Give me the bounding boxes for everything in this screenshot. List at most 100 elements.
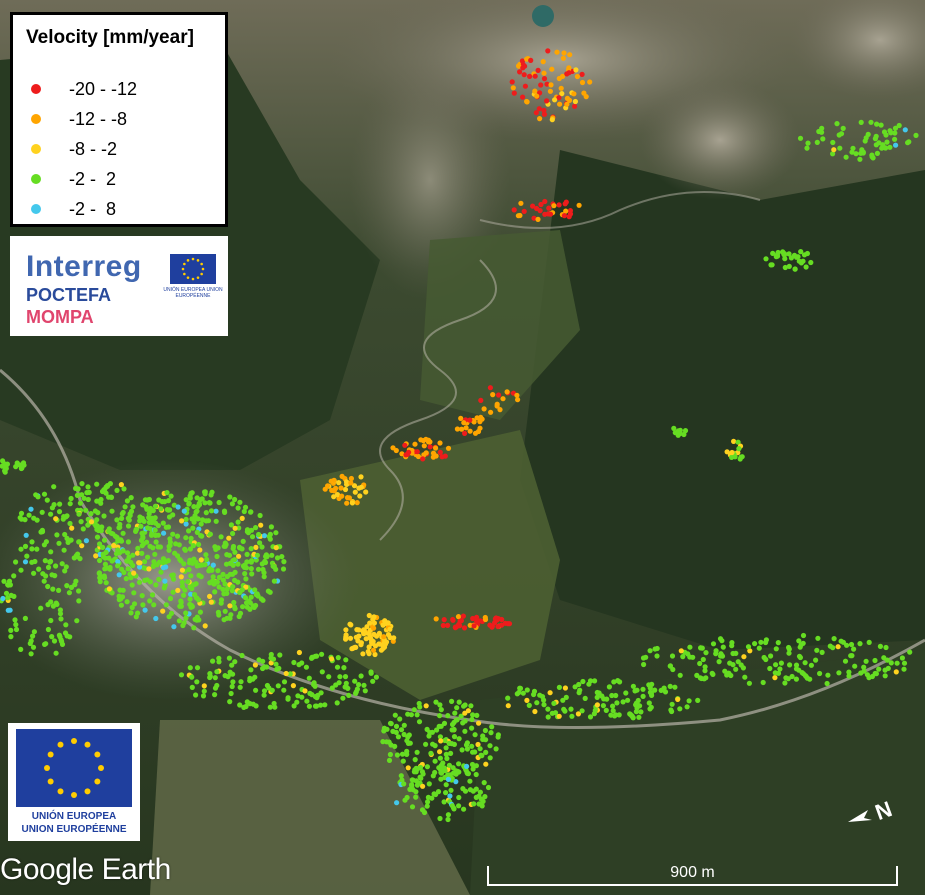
velocity-point	[824, 680, 830, 687]
velocity-point	[857, 156, 863, 162]
velocity-point	[816, 128, 822, 135]
velocity-point	[117, 587, 123, 593]
velocity-point	[414, 749, 420, 755]
velocity-point	[203, 509, 209, 516]
velocity-point	[531, 691, 537, 698]
velocity-point	[526, 702, 532, 709]
velocity-point	[318, 690, 324, 696]
velocity-point	[830, 139, 836, 146]
legend-label: -12 - -8	[69, 108, 128, 129]
velocity-point	[48, 511, 54, 517]
velocity-point	[253, 703, 259, 709]
velocity-point	[424, 803, 430, 809]
velocity-point	[8, 634, 14, 640]
velocity-point	[360, 651, 366, 657]
velocity-point	[344, 495, 351, 501]
velocity-point	[354, 500, 360, 506]
velocity-point	[882, 673, 888, 679]
velocity-point	[147, 579, 153, 585]
velocity-point	[488, 730, 494, 736]
velocity-point	[716, 659, 722, 665]
velocity-point	[152, 551, 158, 557]
velocity-point	[413, 769, 419, 775]
velocity-point	[371, 625, 377, 631]
velocity-point	[669, 701, 675, 707]
velocity-point	[26, 512, 32, 518]
velocity-point	[242, 571, 248, 577]
velocity-point	[581, 90, 587, 96]
velocity-point	[850, 145, 856, 151]
velocity-point	[45, 602, 51, 608]
velocity-point	[141, 518, 147, 525]
velocity-point	[807, 676, 813, 682]
velocity-point	[445, 776, 451, 783]
velocity-point	[837, 145, 843, 151]
velocity-point	[371, 614, 377, 620]
velocity-point	[306, 703, 312, 709]
velocity-point	[742, 674, 748, 680]
velocity-point	[275, 683, 281, 689]
velocity-point	[18, 510, 25, 516]
velocity-point	[594, 702, 601, 708]
velocity-point	[416, 719, 423, 725]
velocity-point	[340, 695, 346, 701]
velocity-point	[896, 122, 902, 129]
velocity-point	[792, 266, 798, 272]
velocity-point	[240, 604, 246, 610]
velocity-point	[230, 584, 236, 590]
velocity-point	[405, 711, 411, 717]
velocity-point	[36, 566, 42, 572]
velocity-point	[606, 684, 613, 690]
velocity-point	[386, 757, 393, 764]
velocity-point	[885, 665, 891, 672]
velocity-point	[490, 392, 496, 398]
velocity-point	[213, 518, 219, 524]
velocity-point	[722, 668, 728, 674]
velocity-point	[216, 499, 222, 506]
velocity-point	[840, 125, 846, 131]
velocity-point	[42, 558, 48, 564]
velocity-point	[335, 655, 341, 661]
velocity-point	[248, 558, 255, 564]
velocity-point	[532, 708, 538, 715]
velocity-point	[129, 582, 135, 588]
velocity-point	[231, 604, 238, 610]
velocity-point	[398, 727, 405, 733]
velocity-point	[455, 614, 462, 620]
velocity-point	[520, 65, 526, 71]
velocity-point	[804, 145, 810, 151]
velocity-point	[437, 815, 443, 822]
velocity-point	[863, 658, 869, 664]
velocity-point	[571, 91, 577, 97]
velocity-point	[128, 559, 134, 566]
velocity-point	[695, 697, 701, 704]
velocity-point	[106, 555, 112, 561]
velocity-point	[710, 641, 717, 647]
velocity-point	[245, 529, 251, 535]
velocity-point	[610, 703, 616, 709]
velocity-point	[817, 670, 823, 677]
velocity-point	[273, 661, 279, 667]
velocity-point	[24, 553, 30, 559]
velocity-point	[437, 755, 443, 761]
velocity-point	[393, 723, 400, 730]
velocity-point	[511, 90, 517, 96]
velocity-point	[343, 627, 349, 633]
velocity-point	[485, 784, 492, 791]
velocity-point	[412, 757, 418, 763]
velocity-point	[470, 712, 476, 718]
velocity-point	[801, 252, 808, 258]
velocity-point	[836, 670, 842, 676]
velocity-point	[548, 82, 554, 88]
velocity-point	[205, 518, 212, 524]
velocity-point	[549, 66, 555, 72]
velocity-point	[625, 697, 631, 703]
velocity-point	[118, 602, 124, 608]
velocity-point	[815, 635, 821, 641]
velocity-point	[22, 543, 29, 550]
velocity-point	[83, 507, 89, 513]
velocity-point	[474, 415, 480, 421]
velocity-point	[6, 578, 13, 584]
velocity-point	[188, 602, 195, 608]
velocity-point	[156, 497, 162, 503]
